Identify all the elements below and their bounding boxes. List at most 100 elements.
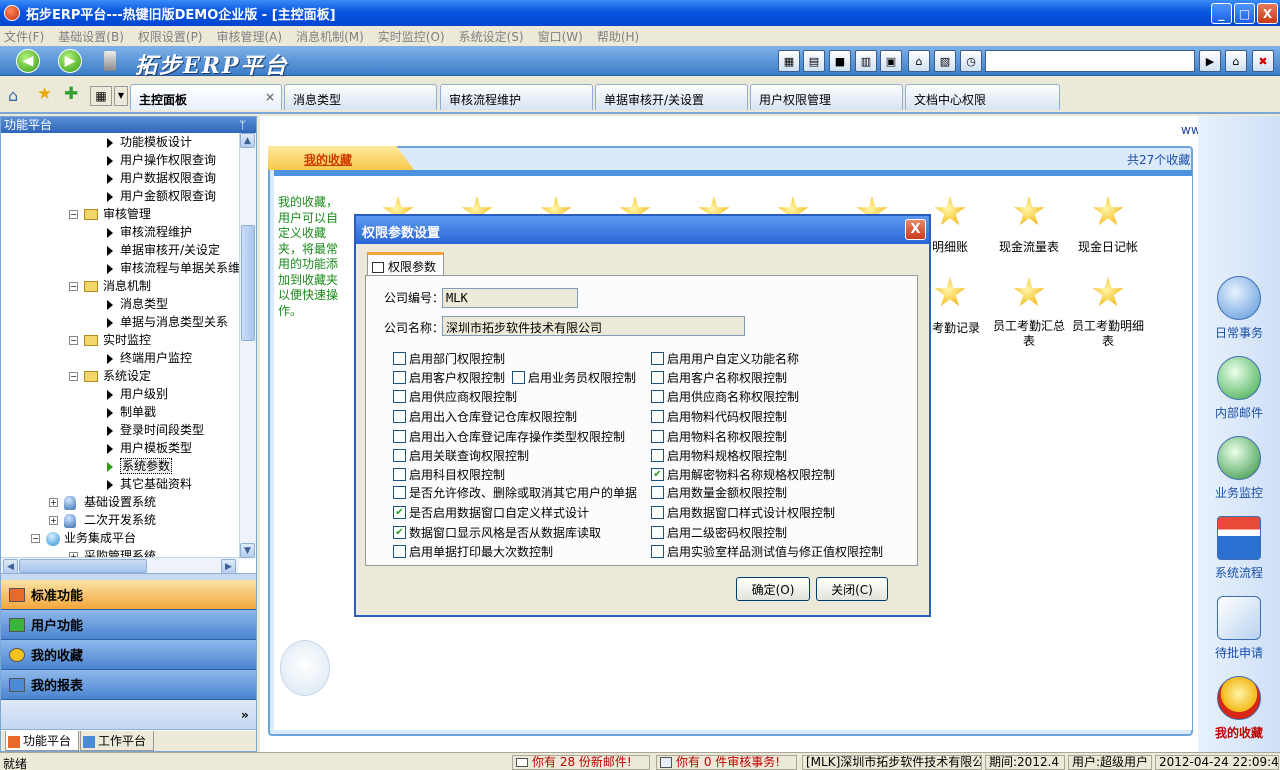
menu-file[interactable]: 文件(F): [4, 28, 44, 45]
checkbox[interactable]: [393, 390, 406, 403]
tree-folder[interactable]: − 实时监控: [69, 331, 151, 349]
menu-audit[interactable]: 审核管理(A): [217, 28, 283, 45]
checkbox[interactable]: [512, 371, 525, 384]
quick-daily-affairs[interactable]: 日常事务: [1198, 276, 1280, 341]
option-quantity-amount-permission[interactable]: 启用数量金额权限控制: [651, 484, 787, 501]
tree-item[interactable]: 用户金额权限查询: [107, 187, 216, 205]
option-decrypt-material-permission[interactable]: ✔ 启用解密物料名称规格权限控制: [651, 466, 835, 483]
dialog-close-button[interactable]: X: [905, 219, 926, 240]
tab-doc-center-permission[interactable]: 文档中心权限: [905, 84, 1060, 110]
tab-doc-audit-switch[interactable]: 单据审核开/关设置: [595, 84, 748, 110]
checkbox[interactable]: [651, 545, 664, 558]
exit-icon[interactable]: ✖: [1252, 50, 1274, 72]
close-dialog-button[interactable]: 关闭(C): [816, 577, 888, 601]
option-supplier-name-permission[interactable]: 启用供应商名称权限控制: [651, 388, 799, 405]
tree-item[interactable]: 单据审核开/关设定: [107, 241, 220, 259]
checkbox[interactable]: [393, 352, 406, 365]
quick-system-flow[interactable]: 系统流程: [1198, 516, 1280, 581]
tab-permission-params[interactable]: 权限参数: [367, 252, 444, 276]
tree-item[interactable]: 终端用户监控: [107, 349, 192, 367]
tab-work-platform[interactable]: 工作平台: [80, 731, 154, 751]
tree-item[interactable]: 用户操作权限查询: [107, 151, 216, 169]
tree-item[interactable]: 单据与消息类型关系: [107, 313, 228, 331]
scroll-thumb[interactable]: [241, 225, 255, 341]
favorite-item-label[interactable]: 员工考勤汇总表: [989, 319, 1069, 349]
option-material-spec-permission[interactable]: 启用物料规格权限控制: [651, 447, 787, 464]
quick-pending-requests[interactable]: 待批申请: [1198, 596, 1280, 661]
checkbox[interactable]: [393, 545, 406, 558]
book-icon[interactable]: ■: [829, 50, 851, 72]
checkbox[interactable]: [393, 410, 406, 423]
option-lab-sample-permission[interactable]: 启用实验室样品测试值与修正值权限控制: [651, 543, 883, 560]
scroll-right-icon[interactable]: ▶: [221, 559, 236, 574]
expand-icon[interactable]: +: [49, 498, 58, 507]
menu-system[interactable]: 系统设定(S): [459, 28, 524, 45]
layout-icon[interactable]: ▦: [90, 86, 112, 106]
quick-business-monitor[interactable]: 业务监控: [1198, 436, 1280, 501]
quick-internal-mail[interactable]: 内部邮件: [1198, 356, 1280, 421]
search-input[interactable]: [985, 50, 1195, 72]
option-related-query-permission[interactable]: 启用关联查询权限控制: [393, 447, 529, 464]
tab-audit-flow[interactable]: 审核流程维护: [440, 84, 593, 110]
checkbox[interactable]: [393, 371, 406, 384]
favorite-item-label[interactable]: 现金流量表: [989, 238, 1069, 255]
checkbox[interactable]: [393, 486, 406, 499]
option-custom-function-name[interactable]: 启用用户自定义功能名称: [651, 350, 799, 367]
tree-system[interactable]: + 基础设置系统: [49, 493, 156, 511]
checkbox[interactable]: [651, 430, 664, 443]
pin-icon[interactable]: ᛘ: [239, 117, 246, 133]
back-button[interactable]: ◀: [16, 49, 40, 73]
scroll-up-icon[interactable]: ▲: [240, 133, 255, 148]
nav-standard-functions[interactable]: 标准功能: [1, 580, 256, 610]
option-customer-name-permission[interactable]: 启用客户名称权限控制: [651, 369, 787, 386]
add-favorite-icon[interactable]: ✚: [64, 84, 78, 104]
chart-icon[interactable]: ▥: [855, 50, 877, 72]
tree-item[interactable]: 用户级别: [107, 385, 168, 403]
option-material-name-permission[interactable]: 启用物料名称权限控制: [651, 428, 787, 445]
checkbox[interactable]: [393, 430, 406, 443]
tree-root[interactable]: − 业务集成平台: [31, 529, 136, 547]
tree-item[interactable]: 审核流程与单据关系维: [107, 259, 239, 277]
collapse-icon[interactable]: −: [69, 372, 78, 381]
checkbox[interactable]: [651, 449, 664, 462]
checkbox[interactable]: [651, 352, 664, 365]
tree-folder[interactable]: − 消息机制: [69, 277, 151, 295]
checkbox[interactable]: [651, 486, 664, 499]
menu-window[interactable]: 窗口(W): [538, 28, 583, 45]
tree-item[interactable]: 用户模板类型: [107, 439, 192, 457]
quick-my-favorites[interactable]: 我的收藏: [1198, 676, 1280, 741]
clock-icon[interactable]: ◷: [960, 50, 982, 72]
favorite-tab-icon[interactable]: ★: [37, 84, 52, 104]
option-customer-permission[interactable]: 启用客户权限控制: [393, 369, 505, 386]
tree-item[interactable]: 功能模板设计: [107, 133, 192, 151]
menu-help[interactable]: 帮助(H): [597, 28, 639, 45]
checkbox[interactable]: [393, 468, 406, 481]
tree-item[interactable]: 制单戳: [107, 403, 156, 421]
option-warehouse-permission[interactable]: 启用出入仓库登记仓库权限控制: [393, 408, 577, 425]
status-mail[interactable]: 你有 28 份新邮件!: [512, 755, 650, 770]
home-tab-icon[interactable]: ⌂: [8, 86, 18, 105]
chevron-down-icon[interactable]: ▼: [114, 86, 128, 106]
expand-nav-icon[interactable]: »: [241, 708, 249, 722]
menu-message[interactable]: 消息机制(M): [296, 28, 364, 45]
tree-horizontal-scrollbar[interactable]: ◀ ▶: [1, 557, 239, 574]
grid-icon[interactable]: ▦: [778, 50, 800, 72]
checkbox[interactable]: [651, 390, 664, 403]
checkbox-checked[interactable]: ✔: [393, 506, 406, 519]
tree-item[interactable]: 其它基础资料: [107, 475, 192, 493]
checkbox[interactable]: [651, 410, 664, 423]
forward-button[interactable]: ▶: [58, 49, 82, 73]
tree-item[interactable]: 消息类型: [107, 295, 168, 313]
company-code-field[interactable]: MLK: [442, 288, 578, 308]
status-audit[interactable]: 你有 0 件审核事务!: [656, 755, 797, 770]
checkbox-checked[interactable]: ✔: [651, 468, 664, 481]
scroll-down-icon[interactable]: ▼: [240, 543, 255, 558]
report-icon[interactable]: ▧: [934, 50, 956, 72]
menu-basic[interactable]: 基础设置(B): [58, 28, 124, 45]
export-icon[interactable]: ▣: [880, 50, 902, 72]
tab-close-icon[interactable]: ×: [265, 90, 275, 104]
menu-permission[interactable]: 权限设置(P): [138, 28, 203, 45]
scroll-thumb[interactable]: [19, 559, 147, 573]
checkbox-checked[interactable]: ✔: [393, 526, 406, 539]
option-window-style-from-db[interactable]: ✔ 数据窗口显示风格是否从数据库读取: [393, 524, 601, 541]
